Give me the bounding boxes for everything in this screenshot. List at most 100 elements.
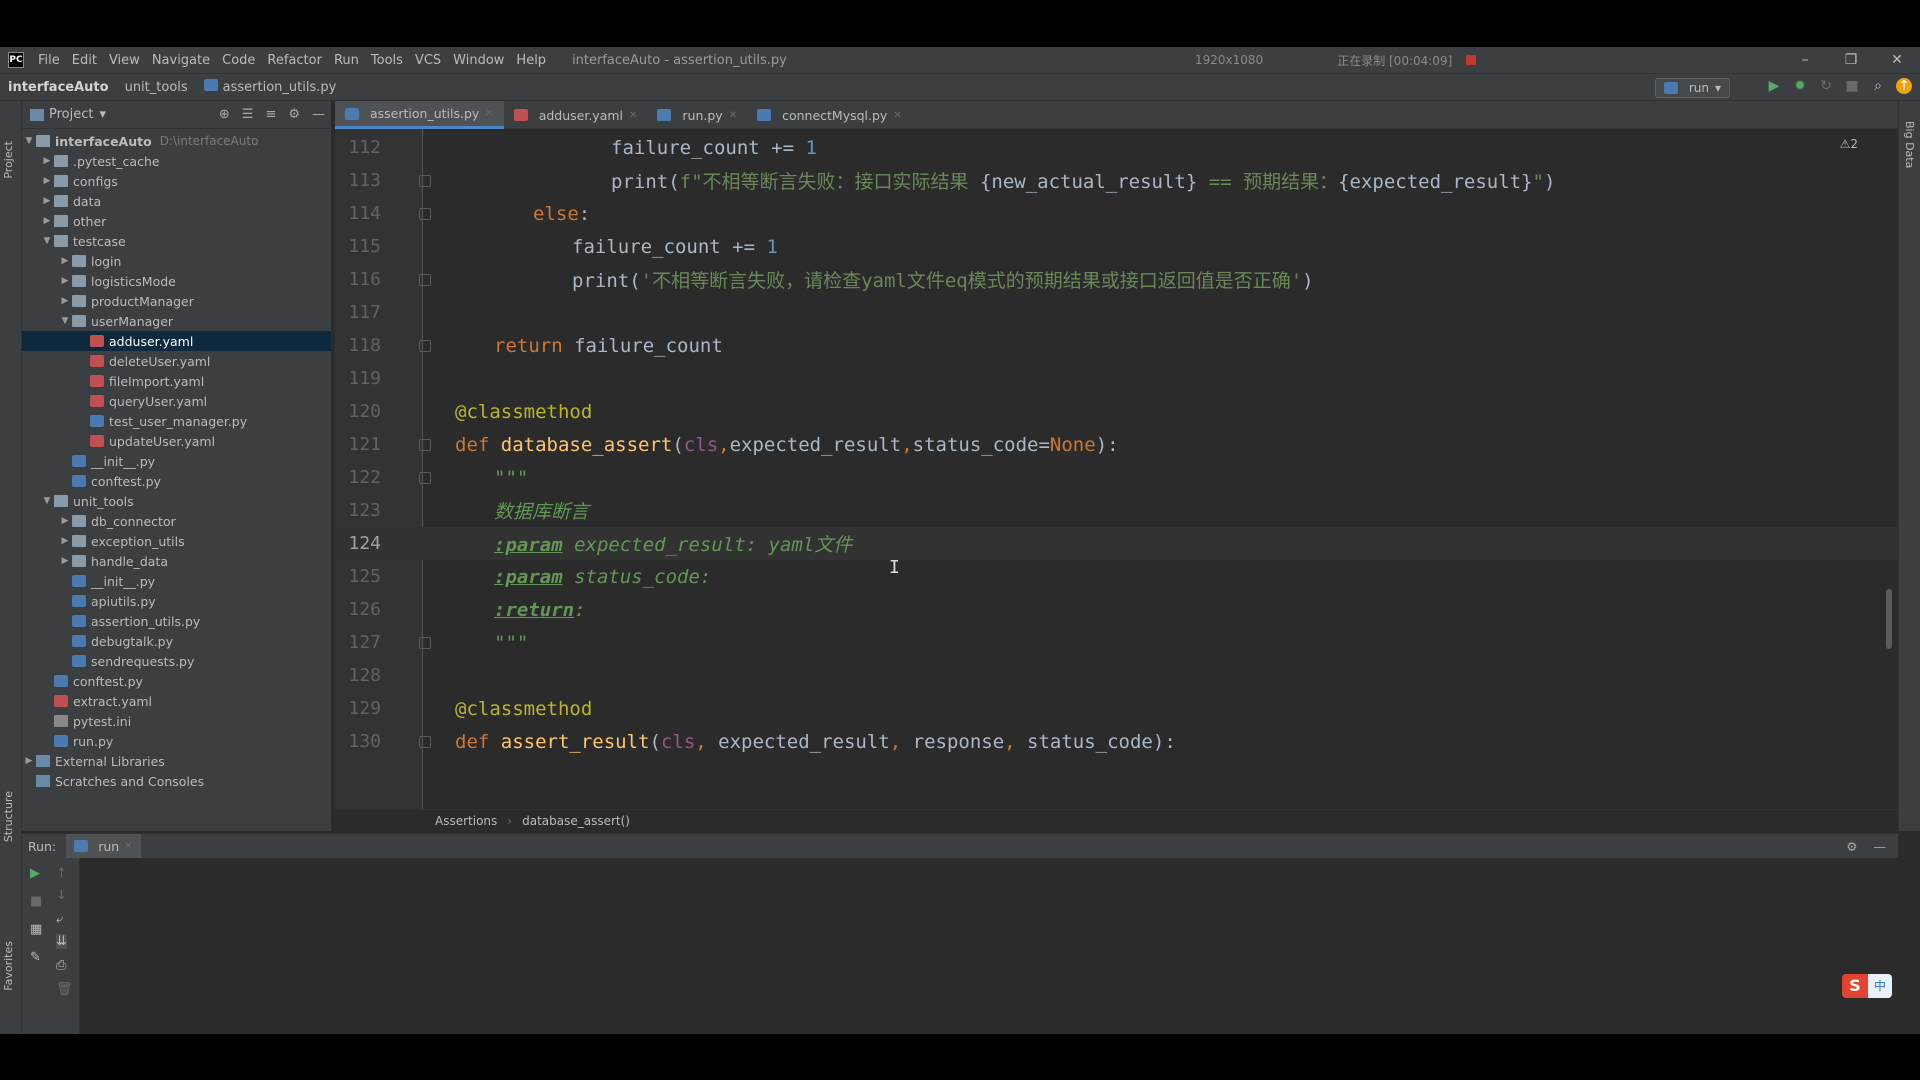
soft-wrap-icon[interactable]: ⤶	[56, 912, 63, 927]
fold-marker-icon[interactable]	[419, 438, 431, 451]
menu-file[interactable]: File	[32, 53, 66, 68]
tab-connectMysql-py[interactable]: connectMysql.py ✕	[747, 101, 912, 129]
tree-item[interactable]: apiutils.py	[22, 591, 331, 611]
tree-item[interactable]: queryUser.yaml	[22, 391, 331, 411]
tree-item[interactable]: __init__.py	[22, 451, 331, 471]
expand-all-icon[interactable]: ☰	[242, 107, 254, 122]
favorites-side-tab[interactable]: Favorites	[2, 941, 15, 991]
tree-item[interactable]: ▶ configs	[22, 171, 331, 191]
stop-icon[interactable]: ■	[30, 894, 42, 909]
tree-item[interactable]: deleteUser.yaml	[22, 351, 331, 371]
menu-vcs[interactable]: VCS	[409, 53, 447, 68]
update-icon[interactable]: ↑	[1896, 78, 1912, 94]
code-line[interactable]: 123 数据库断言	[335, 494, 1898, 527]
close-tab-icon[interactable]: ✕	[485, 108, 493, 119]
code-line[interactable]: 120 @classmethod	[335, 395, 1898, 428]
breadcrumb-class[interactable]: Assertions	[435, 814, 497, 828]
menu-tools[interactable]: Tools	[365, 53, 409, 68]
trash-icon[interactable]: 🗑	[56, 982, 73, 997]
close-icon[interactable]: ✕	[1874, 47, 1920, 73]
arrow-down-icon[interactable]: ↓	[56, 888, 67, 903]
fold-marker-icon[interactable]	[419, 207, 431, 220]
close-tab-icon[interactable]: ✕	[729, 110, 737, 121]
nav-folder[interactable]: unit_tools	[117, 80, 196, 95]
chevron-right-icon[interactable]: ▶	[58, 536, 72, 546]
menu-code[interactable]: Code	[216, 53, 261, 68]
tab-adduser-yaml[interactable]: adduser.yaml ✕	[504, 101, 648, 129]
chevron-right-icon[interactable]: ▶	[22, 756, 36, 766]
debug-icon[interactable]: ✹	[1792, 78, 1808, 94]
code-line[interactable]: 114 else:	[335, 197, 1898, 230]
tree-item[interactable]: sendrequests.py	[22, 651, 331, 671]
code-line[interactable]: 125:param status_code:	[335, 560, 1898, 593]
menu-window[interactable]: Window	[447, 53, 510, 68]
menu-refactor[interactable]: Refactor	[261, 53, 328, 68]
project-side-tab[interactable]: Project	[2, 141, 15, 179]
menu-view[interactable]: View	[103, 53, 146, 68]
code-line[interactable]: 115 failure_count += 1	[335, 230, 1898, 263]
tree-item[interactable]: Scratches and Consoles	[22, 771, 331, 791]
arrow-up-icon[interactable]: ↑	[56, 866, 67, 881]
code-line[interactable]: 113 print(f"不相等断言失败：接口实际结果 {new_actual_re…	[335, 164, 1898, 197]
tree-item[interactable]: pytest.ini	[22, 711, 331, 731]
nav-project[interactable]: interfaceAuto	[0, 80, 117, 95]
hide-icon[interactable]: —	[312, 107, 325, 122]
scroll-to-end-icon[interactable]: ⇊	[56, 934, 67, 949]
chevron-right-icon[interactable]: ▶	[58, 556, 72, 566]
close-tab-icon[interactable]: ✕	[629, 110, 637, 121]
breadcrumb-method[interactable]: database_assert()	[522, 814, 630, 828]
chevron-down-icon[interactable]: ▾	[99, 107, 106, 122]
layout-icon[interactable]: ▦	[30, 922, 42, 937]
tree-item[interactable]: ▶ db_connector	[22, 511, 331, 531]
code-line[interactable]: 127 """	[335, 626, 1898, 659]
collapse-all-icon[interactable]: ≡	[265, 107, 276, 122]
code-line[interactable]: 117	[335, 296, 1898, 329]
ime-indicator[interactable]: S 中	[1842, 974, 1892, 998]
rerun-icon[interactable]: ▶	[30, 866, 40, 881]
tree-item[interactable]: ▼ unit_tools	[22, 491, 331, 511]
tree-item[interactable]: extract.yaml	[22, 691, 331, 711]
tree-item[interactable]: ▶ External Libraries	[22, 751, 331, 771]
chevron-right-icon[interactable]: ▶	[40, 216, 54, 226]
close-tab-icon[interactable]: ✕	[893, 110, 901, 121]
tree-item[interactable]: __init__.py	[22, 571, 331, 591]
chevron-right-icon[interactable]: ▶	[58, 296, 72, 306]
tree-item[interactable]: ▶ exception_utils	[22, 531, 331, 551]
close-tab-icon[interactable]: ✕	[124, 841, 132, 852]
chevron-right-icon[interactable]: ▶	[40, 156, 54, 166]
chevron-right-icon[interactable]: ▶	[58, 516, 72, 526]
code-line[interactable]: 124:param expected_result: yaml文件	[335, 527, 1898, 560]
fold-marker-icon[interactable]	[419, 735, 431, 748]
stop-icon[interactable]: ■	[1844, 78, 1860, 94]
chevron-down-icon[interactable]: ▼	[40, 236, 54, 246]
gear-icon[interactable]: ⚙	[1846, 839, 1857, 854]
locate-icon[interactable]: ⊕	[219, 107, 230, 122]
code-line[interactable]: 119	[335, 362, 1898, 395]
code-line[interactable]: 129 @classmethod	[335, 692, 1898, 725]
tree-item[interactable]: updateUser.yaml	[22, 431, 331, 451]
tree-item[interactable]: ▶ other	[22, 211, 331, 231]
chevron-right-icon[interactable]: ▶	[40, 176, 54, 186]
tree-item[interactable]: ▶ data	[22, 191, 331, 211]
run-icon[interactable]: ▶	[1766, 78, 1782, 94]
tree-item[interactable]: ▶ login	[22, 251, 331, 271]
code-line[interactable]: 122 """	[335, 461, 1898, 494]
code-editor[interactable]: 112 failure_count += 1 113 print(f"不相等断言失败：…	[335, 129, 1898, 809]
minimize-icon[interactable]: –	[1782, 47, 1828, 73]
bigdata-side-tab[interactable]: Big Data	[1903, 121, 1916, 168]
tree-item[interactable]: ▶ productManager	[22, 291, 331, 311]
run-config-select[interactable]: run ▾	[1654, 78, 1730, 98]
menu-run[interactable]: Run	[328, 53, 365, 68]
tree-item[interactable]: ▼ userManager	[22, 311, 331, 331]
fold-marker-icon[interactable]	[419, 174, 431, 187]
code-line[interactable]: 130 def assert_result(cls, expected_resul…	[335, 725, 1898, 758]
nav-file[interactable]: assertion_utils.py	[196, 79, 345, 95]
tree-item[interactable]: ▶ handle_data	[22, 551, 331, 571]
pin-icon[interactable]: ✎	[30, 950, 41, 965]
chevron-down-icon[interactable]: ▼	[58, 316, 72, 326]
chevron-right-icon[interactable]: ▶	[58, 256, 72, 266]
fold-marker-icon[interactable]	[419, 339, 431, 352]
tab-assertion-utils-py[interactable]: assertion_utils.py ✕	[335, 101, 504, 129]
tree-item[interactable]: conftest.py	[22, 671, 331, 691]
print-icon[interactable]: ⎙	[56, 958, 66, 973]
